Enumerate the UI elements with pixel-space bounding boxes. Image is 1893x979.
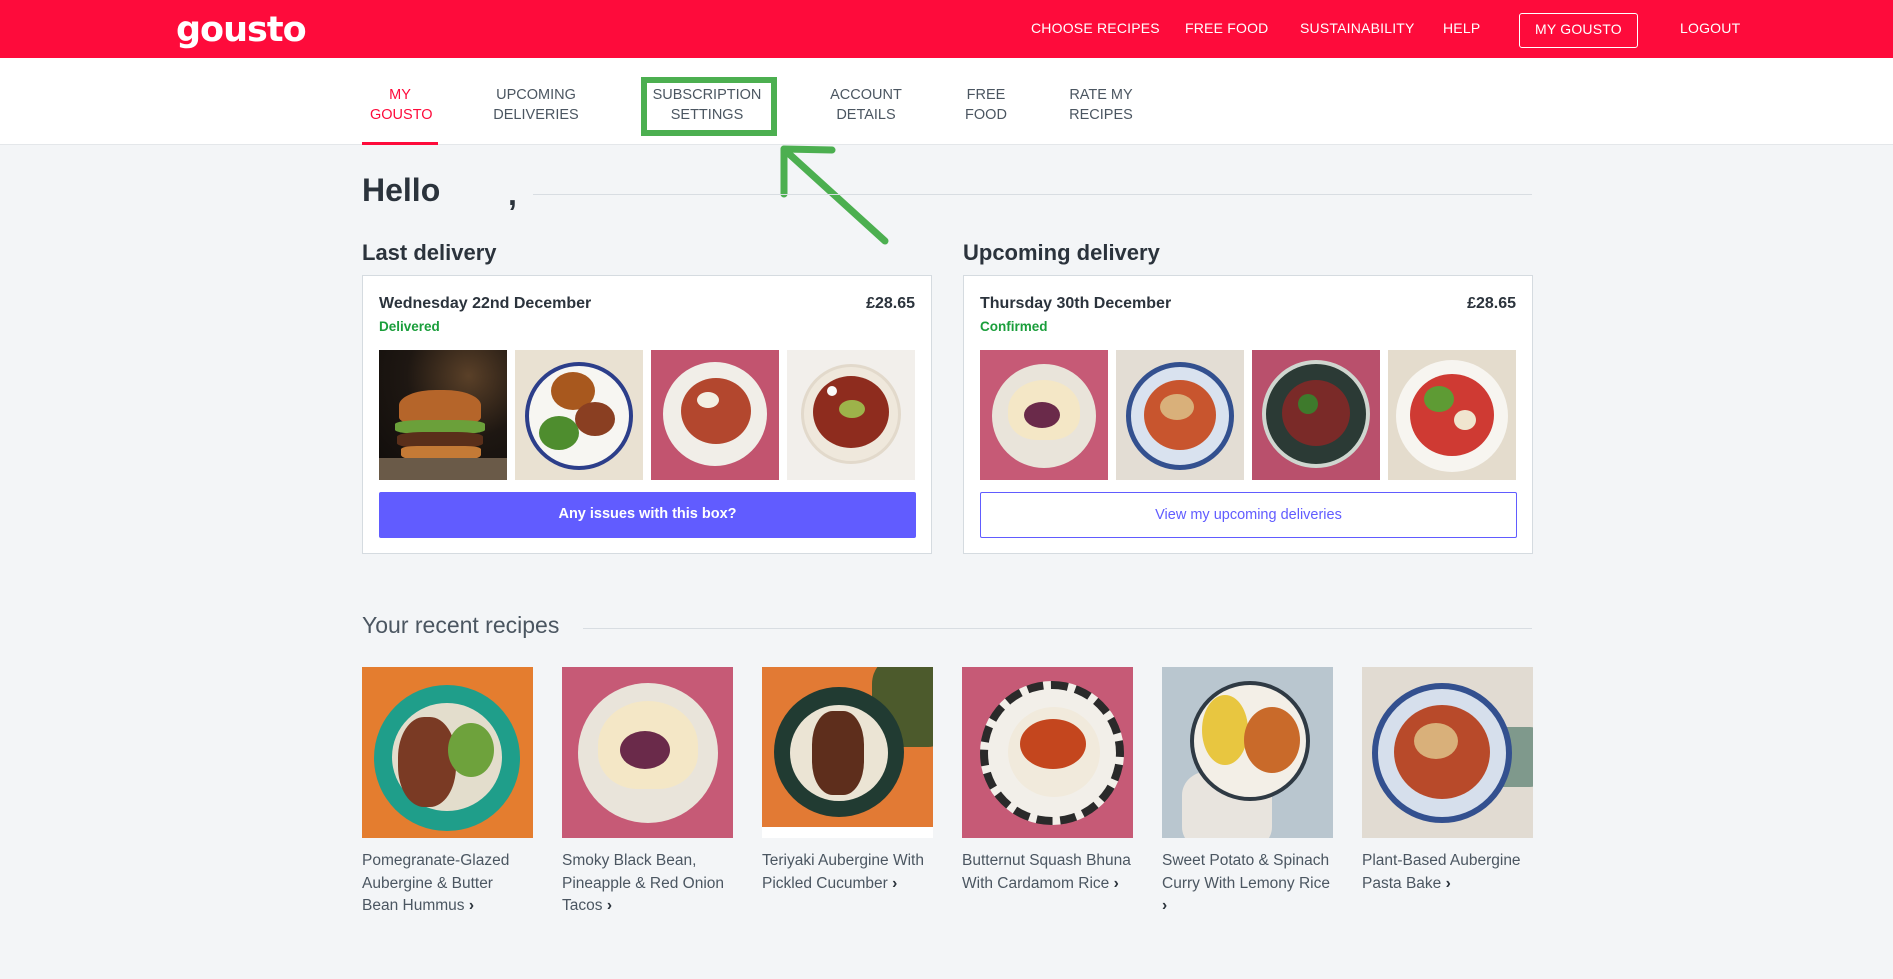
upcoming-delivery-card: Thursday 30th December £28.65 Confirmed <box>963 275 1533 554</box>
my-gousto-button[interactable]: MY GOUSTO <box>1519 13 1638 48</box>
image-gap <box>762 827 933 838</box>
gousto-logo[interactable]: gousto <box>176 10 307 50</box>
recipe-thumbnail[interactable] <box>651 350 779 480</box>
recipe-name-text: Plant-Based Aubergine Pasta Bake <box>1362 852 1521 892</box>
recipe-image[interactable] <box>562 667 733 838</box>
recipe-card[interactable]: Pomegranate-Glazed Aubergine & Butter Be… <box>362 667 533 918</box>
tab-label: DETAILS <box>836 107 896 123</box>
divider <box>583 628 1532 629</box>
recipe-card[interactable]: Smoky Black Bean, Pineapple & Red Onion … <box>562 667 733 918</box>
recipe-image[interactable] <box>1362 667 1533 838</box>
recipe-card[interactable]: Teriyaki Aubergine With Pickled Cucumber… <box>762 667 933 895</box>
delivery-price: £28.65 <box>1467 295 1516 312</box>
tab-upcoming-deliveries[interactable]: UPCOMING DELIVERIES <box>490 85 582 125</box>
tab-label: ACCOUNT <box>830 87 902 103</box>
chevron-right-icon: › <box>1113 874 1119 892</box>
greeting-heading: Hello <box>362 172 441 208</box>
recipe-thumbnail[interactable] <box>515 350 643 480</box>
tab-my-gousto[interactable]: MY GOUSTO <box>370 85 433 125</box>
recipe-card[interactable]: Plant-Based Aubergine Pasta Bake › <box>1362 667 1533 895</box>
tab-label: FREE <box>966 87 1006 103</box>
last-delivery-card: Wednesday 22nd December £28.65 Delivered <box>362 275 932 554</box>
delivery-date: Thursday 30th December <box>980 295 1172 312</box>
chevron-right-icon: › <box>1445 874 1451 892</box>
recipe-card[interactable]: Butternut Squash Bhuna With Cardamom Ric… <box>962 667 1133 895</box>
tab-label: RECIPES <box>1069 107 1133 123</box>
recipe-image[interactable] <box>362 667 533 838</box>
last-delivery-heading: Last delivery <box>362 240 497 265</box>
tab-label: FOOD <box>965 107 1007 123</box>
logout-link[interactable]: LOGOUT <box>1680 20 1740 36</box>
tab-label: UPCOMING <box>496 87 576 103</box>
tab-label: GOUSTO <box>370 107 433 123</box>
annotation-highlight-box <box>641 77 777 136</box>
recipe-image[interactable] <box>1162 667 1333 838</box>
recipe-name[interactable]: Smoky Black Bean, Pineapple & Red Onion … <box>562 850 733 918</box>
recipe-image[interactable] <box>962 667 1133 838</box>
recipe-name-text: Sweet Potato & Spinach Curry With Lemony… <box>1162 852 1330 892</box>
recipe-name-text: Pomegranate-Glazed Aubergine & Butter Be… <box>362 852 510 914</box>
greeting-comma: , <box>508 176 517 212</box>
recipe-thumbnails <box>379 350 916 480</box>
recipe-name[interactable]: Teriyaki Aubergine With Pickled Cucumber… <box>762 850 933 895</box>
active-tab-indicator <box>362 142 438 145</box>
recipe-name[interactable]: Plant-Based Aubergine Pasta Bake › <box>1362 850 1533 895</box>
recipe-name-text: Butternut Squash Bhuna With Cardamom Ric… <box>962 852 1131 892</box>
chevron-right-icon: › <box>892 874 898 892</box>
chevron-right-icon: › <box>1162 897 1168 914</box>
delivery-status: Delivered <box>379 319 440 334</box>
recipe-name-text: Teriyaki Aubergine With Pickled Cucumber <box>762 852 924 892</box>
delivery-date: Wednesday 22nd December <box>379 295 592 312</box>
tab-rate-my-recipes[interactable]: RATE MY RECIPES <box>1066 85 1136 125</box>
chevron-right-icon: › <box>468 897 474 914</box>
recipe-name[interactable]: Sweet Potato & Spinach Curry With Lemony… <box>1162 850 1333 918</box>
box-issues-button[interactable]: Any issues with this box? <box>379 492 916 538</box>
recipe-thumbnail[interactable] <box>980 350 1108 480</box>
recipe-name-text: Smoky Black Bean, Pineapple & Red Onion … <box>562 852 725 914</box>
recipe-thumbnail[interactable] <box>787 350 915 480</box>
upcoming-delivery-heading: Upcoming delivery <box>963 240 1160 265</box>
nav-sustainability[interactable]: SUSTAINABILITY <box>1300 20 1415 36</box>
recipe-thumbnail[interactable] <box>1388 350 1516 480</box>
tab-label: DELIVERIES <box>493 107 579 123</box>
tab-label: RATE MY <box>1069 87 1133 103</box>
nav-choose-recipes[interactable]: CHOOSE RECIPES <box>1031 20 1160 36</box>
green-arrow-icon <box>780 145 889 245</box>
tab-label: MY <box>389 87 411 103</box>
recipe-name[interactable]: Butternut Squash Bhuna With Cardamom Ric… <box>962 850 1133 895</box>
account-subnav: MY GOUSTO UPCOMING DELIVERIES SUBSCRIPTI… <box>0 58 1893 145</box>
divider <box>533 194 1532 195</box>
recipe-thumbnail[interactable] <box>1116 350 1244 480</box>
tab-account-details[interactable]: ACCOUNT DETAILS <box>825 85 907 125</box>
nav-help[interactable]: HELP <box>1443 20 1480 36</box>
recent-recipes-heading: Your recent recipes <box>362 612 560 638</box>
chevron-right-icon: › <box>606 897 612 914</box>
delivery-price: £28.65 <box>866 295 915 312</box>
top-nav: CHOOSE RECIPES FREE FOOD SUSTAINABILITY … <box>1020 0 1893 58</box>
delivery-status: Confirmed <box>980 319 1048 334</box>
recipe-thumbnail[interactable] <box>1252 350 1380 480</box>
recipe-image[interactable] <box>762 667 933 827</box>
tab-free-food[interactable]: FREE FOOD <box>960 85 1012 125</box>
top-header: gousto CHOOSE RECIPES FREE FOOD SUSTAINA… <box>0 0 1893 58</box>
view-upcoming-deliveries-button[interactable]: View my upcoming deliveries <box>980 492 1517 538</box>
recipe-card[interactable]: Sweet Potato & Spinach Curry With Lemony… <box>1162 667 1333 918</box>
recipe-name[interactable]: Pomegranate-Glazed Aubergine & Butter Be… <box>362 850 533 918</box>
recipe-thumbnails <box>980 350 1517 480</box>
recipe-thumbnail[interactable] <box>379 350 507 480</box>
nav-free-food[interactable]: FREE FOOD <box>1185 20 1268 36</box>
